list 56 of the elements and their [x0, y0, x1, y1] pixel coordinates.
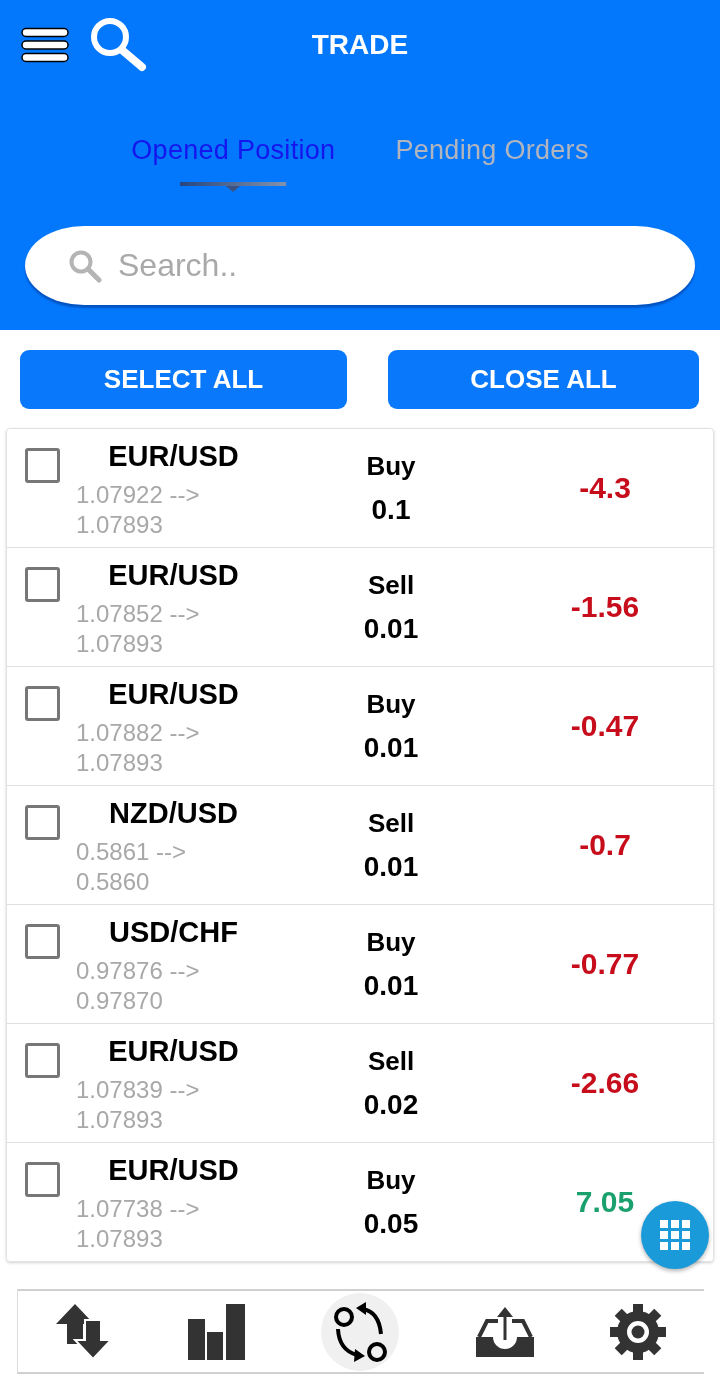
action-button[interactable]: CLOSE ALL — [388, 350, 699, 409]
checkbox[interactable] — [25, 448, 60, 483]
order-side: Sell — [367, 807, 415, 840]
grid-icon — [660, 1220, 690, 1250]
currency-pair: EUR/USD — [108, 677, 239, 711]
screen-title: TRADE — [311, 28, 409, 62]
search-field[interactable]: Search.. — [25, 226, 695, 305]
price-change: 0.97876 --> 0.97870 — [76, 956, 201, 1016]
search-icon — [68, 249, 102, 283]
lot-size: 0.01 — [363, 612, 419, 646]
lot-size: 0.02 — [363, 1088, 419, 1122]
menu-fab-button[interactable] — [641, 1201, 709, 1269]
profit-value: -0.77 — [570, 946, 640, 982]
currency-pair: EUR/USD — [108, 1153, 239, 1187]
settings-icon[interactable] — [609, 1303, 666, 1360]
order-side: Buy — [366, 688, 416, 721]
price-change: 1.07882 --> 1.07893 — [76, 718, 201, 778]
currency-pair: EUR/USD — [108, 1034, 239, 1068]
menu-icon[interactable] — [21, 27, 69, 63]
action-button[interactable]: SELECT ALL — [20, 350, 347, 409]
profit-value: -2.66 — [570, 1065, 640, 1101]
checkbox[interactable] — [25, 567, 60, 602]
lot-size: 0.01 — [363, 731, 419, 765]
checkbox[interactable] — [25, 924, 60, 959]
order-side: Sell — [367, 569, 415, 602]
circular-arrows-icon[interactable] — [321, 1292, 400, 1371]
lot-size: 0.01 — [363, 850, 419, 884]
price-change: 0.5861 --> 0.5860 — [76, 837, 188, 897]
currency-pair: USD/CHF — [109, 915, 238, 949]
currency-pair: EUR/USD — [108, 439, 239, 473]
checkbox[interactable] — [25, 686, 60, 721]
order-side: Buy — [366, 450, 416, 483]
price-change: 1.07839 --> 1.07893 — [76, 1075, 201, 1135]
tab[interactable]: Opened Position — [131, 130, 336, 192]
currency-pair: EUR/USD — [108, 558, 239, 592]
order-side: Buy — [366, 1164, 416, 1197]
profit-value: 7.05 — [575, 1184, 635, 1220]
lot-size: 0.05 — [363, 1207, 419, 1241]
checkbox[interactable] — [25, 805, 60, 840]
profit-value: -4.3 — [579, 470, 631, 506]
bar-chart-icon[interactable] — [188, 1303, 246, 1360]
checkbox[interactable] — [25, 1162, 60, 1197]
checkbox[interactable] — [25, 1043, 60, 1078]
profit-value: -0.7 — [579, 827, 631, 863]
lot-size: 0.01 — [363, 969, 419, 1003]
price-change: 1.07738 --> 1.07893 — [76, 1194, 201, 1254]
profit-value: -0.47 — [570, 708, 640, 744]
order-side: Buy — [366, 926, 416, 959]
search-icon[interactable] — [90, 17, 148, 73]
currency-pair: NZD/USD — [109, 796, 238, 830]
order-side: Sell — [367, 1045, 415, 1078]
price-change: 1.07852 --> 1.07893 — [76, 599, 201, 659]
price-change: 1.07922 --> 1.07893 — [76, 480, 201, 540]
lot-size: 0.1 — [371, 493, 411, 527]
tray-upload-icon[interactable] — [475, 1306, 534, 1357]
profit-value: -1.56 — [570, 589, 640, 625]
